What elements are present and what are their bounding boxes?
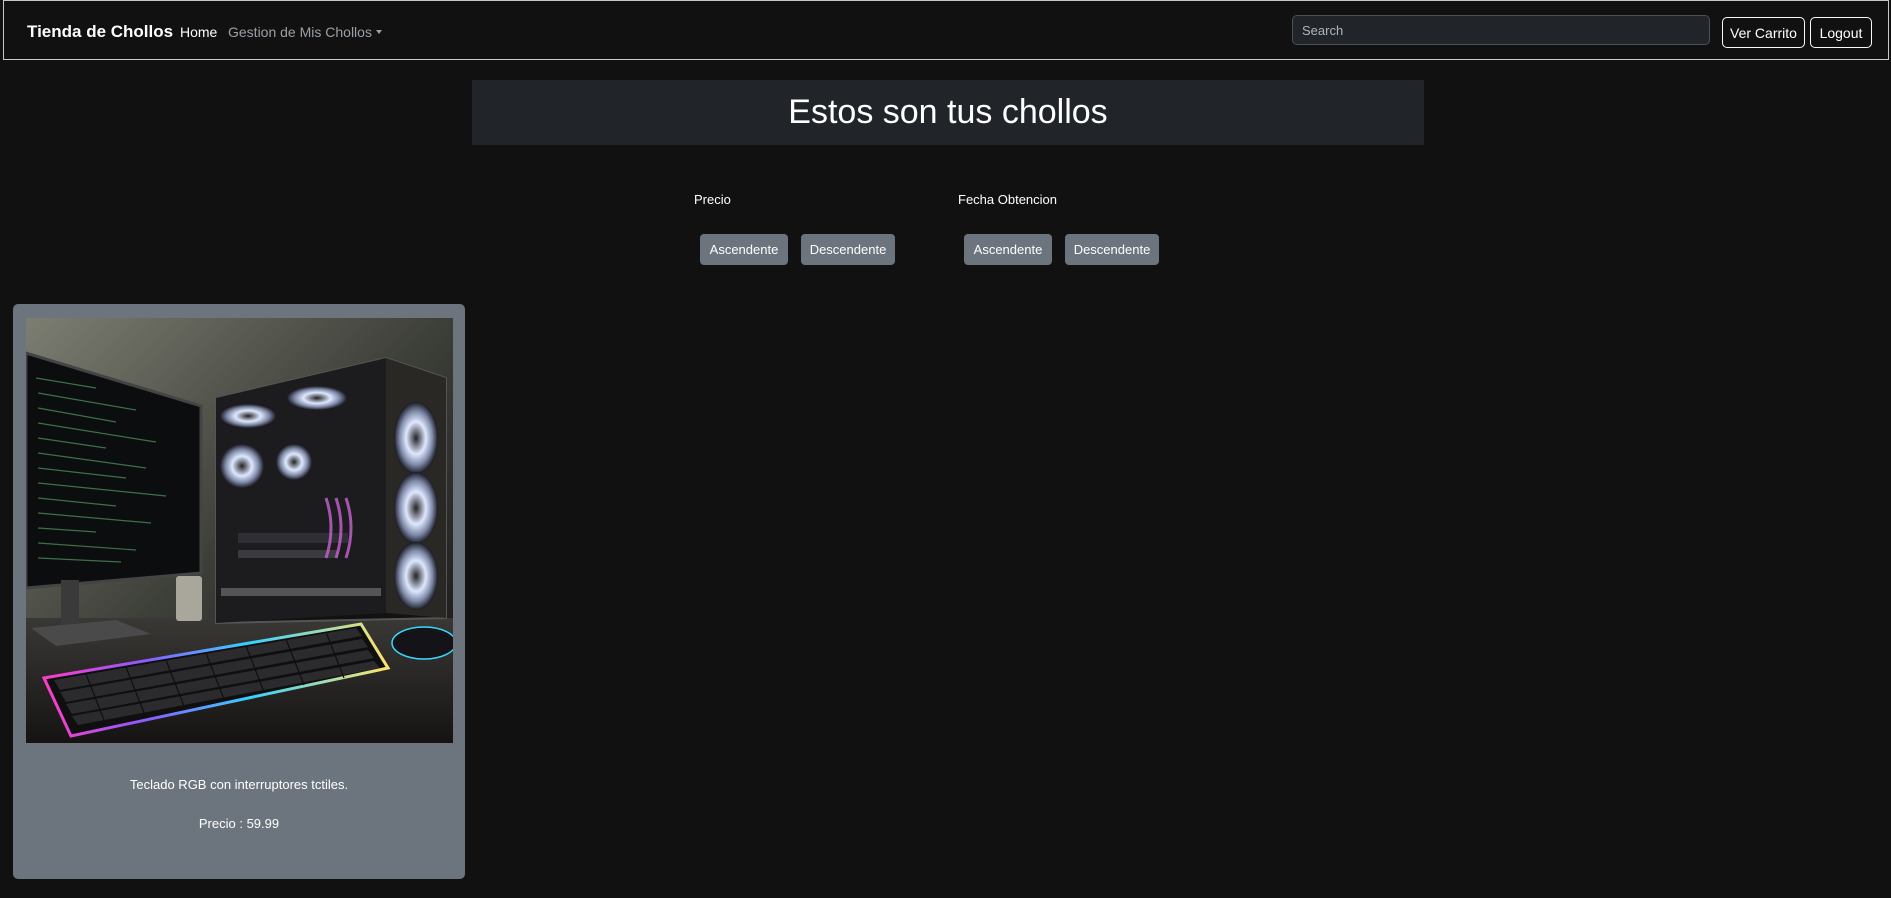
- precio-ascendente-button[interactable]: Ascendente: [700, 234, 788, 265]
- fecha-descendente-button[interactable]: Descendente: [1065, 234, 1159, 265]
- nav-home-link[interactable]: Home: [180, 24, 217, 40]
- product-image: [26, 318, 453, 743]
- page-header: Estos son tus chollos: [472, 80, 1424, 145]
- nav-gestion-dropdown[interactable]: Gestion de Mis Chollos: [228, 24, 382, 40]
- product-description: Teclado RGB con interruptores tctiles.: [129, 777, 349, 792]
- product-price: Precio : 59.99: [198, 816, 280, 831]
- ver-carrito-button[interactable]: Ver Carrito: [1722, 17, 1805, 48]
- precio-descendente-button[interactable]: Descendente: [801, 234, 895, 265]
- precio-sort-label: Precio: [694, 192, 731, 207]
- product-card[interactable]: Teclado RGB con interruptores tctiles. P…: [13, 304, 465, 879]
- navbar: Tienda de Chollos Home Gestion de Mis Ch…: [3, 0, 1889, 60]
- fecha-sort-label: Fecha Obtencion: [958, 192, 1058, 207]
- nav-gestion-label: Gestion de Mis Chollos: [228, 24, 372, 40]
- page-title: Estos son tus chollos: [788, 93, 1108, 131]
- logout-button[interactable]: Logout: [1810, 17, 1872, 48]
- caret-down-icon: [375, 30, 382, 34]
- brand-link[interactable]: Tienda de Chollos: [27, 22, 173, 42]
- fecha-ascendente-button[interactable]: Ascendente: [964, 234, 1052, 265]
- search-input[interactable]: [1292, 15, 1710, 45]
